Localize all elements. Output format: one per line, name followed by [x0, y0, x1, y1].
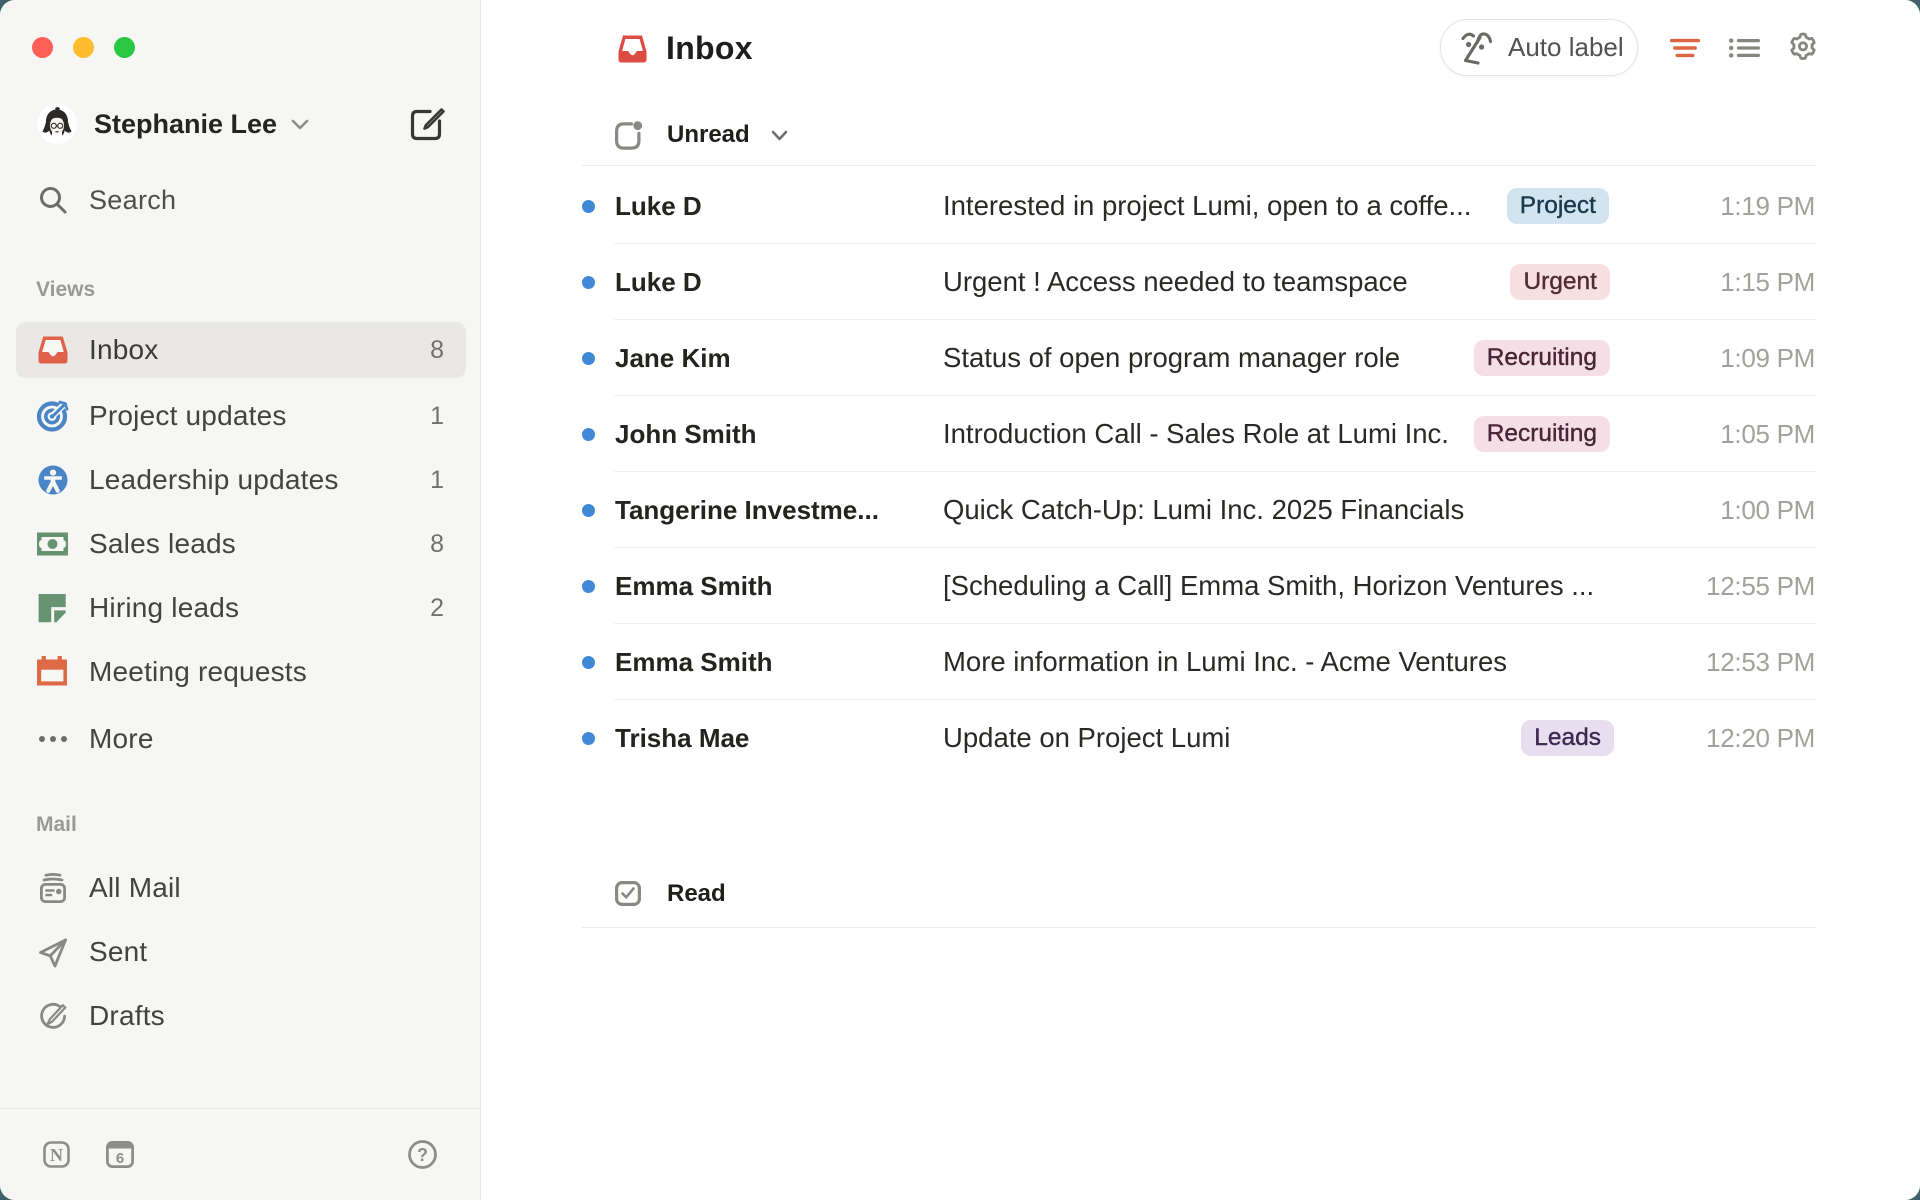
svg-text:N: N: [50, 1145, 63, 1165]
svg-text:6: 6: [116, 1150, 124, 1167]
svg-text:?: ?: [417, 1145, 428, 1165]
